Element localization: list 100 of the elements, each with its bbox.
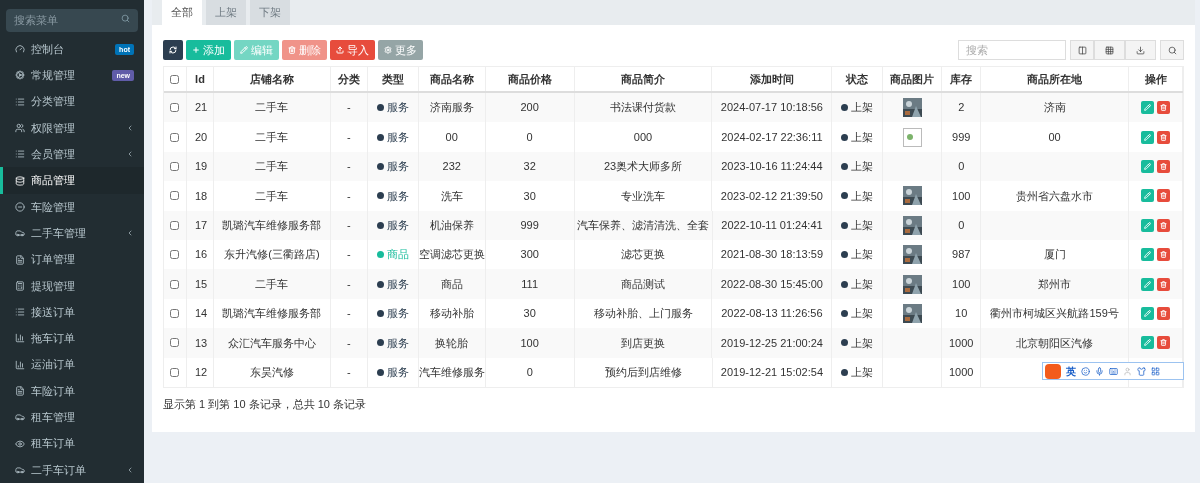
delete-row-button[interactable]	[1157, 248, 1171, 262]
table-cell-text: 衢州市柯城区兴航路159号	[990, 306, 1119, 322]
edit-row-button[interactable]	[1141, 306, 1154, 320]
row-checkbox[interactable]	[170, 103, 180, 113]
table-cell-text: -	[347, 159, 351, 175]
sidebar-item[interactable]: 拖车订单	[0, 325, 144, 352]
edit-row-button[interactable]	[1141, 336, 1154, 350]
sidebar-item[interactable]: 提现管理	[0, 272, 144, 299]
row-checkbox[interactable]	[170, 308, 180, 318]
sidebar-item[interactable]: 二手车订单	[0, 456, 144, 483]
table-cell-text: 2024-07-17 10:18:56	[720, 100, 823, 116]
sidebar-item[interactable]: 订单管理	[0, 246, 144, 273]
trash-icon	[1160, 104, 1167, 112]
pencil-icon	[1144, 339, 1151, 347]
microphone-icon[interactable]	[1095, 366, 1104, 376]
apps-icon[interactable]	[1151, 366, 1160, 376]
export-dropdown-button[interactable]	[1125, 40, 1156, 60]
edit-row-button[interactable]	[1141, 248, 1155, 262]
table-cell-text: 二手车	[255, 159, 289, 175]
row-checkbox[interactable]	[170, 132, 180, 142]
delete-row-button[interactable]	[1157, 189, 1170, 203]
toggle-view-button[interactable]	[1070, 40, 1094, 60]
calculator-icon	[15, 280, 25, 291]
trash-icon	[1160, 162, 1167, 170]
table-cell-text: 999	[952, 129, 971, 145]
sidebar-item[interactable]: 分类管理	[0, 88, 144, 115]
pencil-icon	[1144, 133, 1151, 141]
users-icon	[15, 123, 25, 134]
table-search-field[interactable]: 搜索	[958, 40, 1066, 60]
table-cell-text: 空调滤芯更换	[418, 247, 485, 263]
column-header: 商品所在地	[981, 67, 1130, 91]
car-icon	[15, 464, 25, 475]
row-checkbox[interactable]	[170, 220, 180, 230]
table-cell-text: 100	[520, 335, 539, 351]
sidebar-item[interactable]: 商品管理	[0, 167, 144, 194]
filter-tab[interactable]: 全部	[162, 0, 202, 25]
sidebar-item[interactable]: 车险订单	[0, 377, 144, 405]
sidebar-item-label: 拖车订单	[31, 331, 76, 347]
table-cell-text: 换轮胎	[435, 335, 469, 351]
sidebar-item[interactable]: 权限管理	[0, 114, 144, 142]
edit-row-button[interactable]	[1141, 189, 1154, 203]
type-label: 服务	[386, 364, 409, 380]
table-cell-text: 2019-12-21 15:02:54	[720, 364, 823, 380]
table-cell-text: 商品测试	[621, 276, 666, 292]
edit-row-button[interactable]	[1141, 159, 1154, 173]
table-cell-text: 二手车	[255, 100, 289, 116]
sidebar-item[interactable]: 租车管理	[0, 404, 144, 431]
table-cell-text: -	[347, 335, 351, 351]
edit-row-button[interactable]	[1141, 130, 1154, 144]
sidebar-item-label: 二手车订单	[31, 462, 87, 478]
edit-row-button[interactable]	[1141, 218, 1154, 232]
database-icon	[15, 175, 25, 186]
table-cell-text: 987	[952, 247, 971, 263]
sidebar-item[interactable]: 接送订单	[0, 298, 144, 326]
search-button[interactable]	[1160, 40, 1184, 60]
edit-row-button[interactable]	[1141, 101, 1154, 115]
row-checkbox[interactable]	[170, 367, 180, 377]
sidebar-item[interactable]: 会员管理	[0, 141, 144, 168]
menu-search-field[interactable]: 搜索菜单	[6, 8, 138, 32]
pagination-summary: 显示第 1 到第 10 条记录，总共 10 条记录	[163, 396, 367, 412]
delete-row-button[interactable]	[1157, 130, 1170, 144]
delete-row-button[interactable]	[1157, 277, 1170, 291]
table-cell-text: 北京朝阳区汽修	[1016, 335, 1094, 351]
delete-row-button[interactable]	[1157, 159, 1170, 173]
sidebar-item[interactable]: 车险管理	[0, 193, 144, 221]
keyboard-icon[interactable]	[1109, 366, 1118, 376]
settings-icon	[384, 46, 392, 54]
table-cell-text: 13	[195, 335, 208, 351]
columns-dropdown-button[interactable]	[1094, 40, 1125, 60]
sidebar-item[interactable]: 二手车管理	[0, 220, 144, 247]
row-checkbox[interactable]	[170, 191, 180, 201]
shirt-icon[interactable]	[1137, 366, 1146, 376]
table-cell-text: 专业洗车	[621, 188, 666, 204]
table-cell-text: 10	[955, 306, 968, 322]
row-checkbox[interactable]	[170, 161, 180, 171]
delete-row-button[interactable]	[1157, 218, 1170, 232]
column-header: 添加时间	[712, 67, 833, 91]
ime-mode-label[interactable]: 英	[1066, 363, 1076, 379]
table-cell-text: 汽车维修服务	[418, 364, 485, 380]
refresh-button[interactable]	[163, 40, 183, 60]
row-checkbox[interactable]	[170, 250, 180, 260]
status-label: 上架	[851, 276, 874, 292]
table-cell-text: 23奥术大师多所	[603, 159, 683, 175]
table-cell-text: 18	[195, 188, 208, 204]
sidebar-item[interactable]: 租车订单	[0, 430, 144, 457]
smile-icon[interactable]	[1081, 366, 1090, 376]
table-cell-text: 1000	[949, 364, 974, 380]
row-checkbox[interactable]	[170, 279, 180, 289]
delete-row-button[interactable]	[1157, 306, 1170, 320]
table-cell-text: -	[347, 247, 351, 263]
gauge-icon	[15, 44, 25, 55]
sidebar-item[interactable]: 运油订单	[0, 351, 144, 378]
select-all-checkbox[interactable]	[170, 74, 180, 84]
import-button[interactable]: 导入	[330, 40, 375, 60]
list-icon	[15, 307, 25, 318]
edit-row-button[interactable]	[1141, 277, 1154, 291]
table-cell-text: 商品	[440, 276, 463, 292]
row-checkbox[interactable]	[170, 338, 180, 348]
delete-row-button[interactable]	[1157, 336, 1170, 350]
delete-row-button[interactable]	[1157, 101, 1170, 115]
